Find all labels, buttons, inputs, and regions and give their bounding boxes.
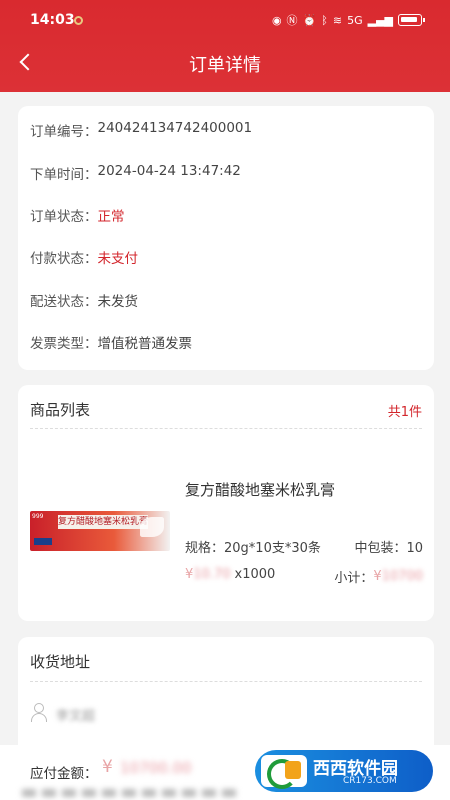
delivery-status-value: 未发货 xyxy=(97,294,139,310)
delivery-status-row: 配送状态： 未发货 xyxy=(30,290,138,310)
battery-icon xyxy=(398,14,425,26)
payment-status-value: 未支付 xyxy=(97,251,139,267)
order-info-card: 订单编号： 240424134742400001 下单时间： 2024-04-2… xyxy=(18,106,434,370)
status-icons: ◉ Ⓝ ⏰ ᛒ ≋ 5G ▂▄▆ xyxy=(271,12,425,28)
delivery-status-label: 配送状态： xyxy=(30,294,98,310)
order-time-value: 2024-04-24 13:47:42 xyxy=(97,163,241,179)
product-price-row: ¥ 10.70 x1000 xyxy=(185,567,275,582)
order-number-row: 订单编号： 240424134742400001 xyxy=(30,120,252,140)
divider xyxy=(30,428,422,429)
watermark-logo-icon xyxy=(261,755,307,789)
product-subtotal-row: 小计： ¥ 10700 xyxy=(334,567,423,586)
notification-dot-icon xyxy=(74,16,83,25)
bottom-pay-bar: 应付金额： ¥ 10700.00 西西软件园 CR173.COM xyxy=(0,745,450,800)
watermark-subtext: CR173.COM xyxy=(343,776,397,786)
payment-status-row: 付款状态： 未支付 xyxy=(30,247,138,267)
bluetooth-icon: ᛒ xyxy=(321,13,328,27)
wifi-icon: ≋ xyxy=(332,13,343,27)
status-bar: 14:03 ◉ Ⓝ ⏰ ᛒ ≋ 5G ▂▄▆ xyxy=(0,0,450,40)
invoice-type-value: 增值税普通发票 xyxy=(97,336,193,352)
page-title: 订单详情 xyxy=(189,55,261,76)
subtotal-value: 10700 xyxy=(381,569,423,584)
product-image[interactable]: 999 复方醋酸地塞米松乳膏 xyxy=(30,511,170,551)
product-list-card: 商品列表 共1件 999 复方醋酸地塞米松乳膏 复方醋酸地塞米松乳膏 规格：20… xyxy=(18,385,434,621)
payment-status-label: 付款状态： xyxy=(30,251,98,267)
product-image-box xyxy=(34,538,52,545)
subtotal-label: 小计： xyxy=(334,571,374,586)
signal-icon: ▂▄▆ xyxy=(367,13,393,27)
blurred-address-text xyxy=(22,789,242,797)
product-qty: x1000 xyxy=(234,567,276,582)
invoice-type-label: 发票类型： xyxy=(30,336,98,352)
product-count: 共1件 xyxy=(387,405,422,420)
alarm-icon: ⏰ xyxy=(302,13,317,27)
order-time-row: 下单时间： 2024-04-24 13:47:42 xyxy=(30,163,241,183)
app-header: 14:03 ◉ Ⓝ ⏰ ᛒ ≋ 5G ▂▄▆ 订单详情 xyxy=(0,0,450,92)
product-image-label: 复方醋酸地塞米松乳膏 xyxy=(58,515,149,529)
order-number-label: 订单编号： xyxy=(30,124,98,140)
product-pack: 中包装：10 xyxy=(354,541,423,556)
dove-icon xyxy=(140,517,164,537)
order-number-value: 240424134742400001 xyxy=(97,120,253,136)
status-time: 14:03 xyxy=(30,12,75,28)
order-status-label: 订单状态： xyxy=(30,209,98,225)
address-title: 收货地址 xyxy=(30,653,91,671)
order-status-value: 正常 xyxy=(97,209,125,225)
product-price: 10.70 xyxy=(193,567,231,582)
pay-amount-label: 应付金额： xyxy=(30,766,98,782)
user-icon xyxy=(30,703,48,723)
order-time-label: 下单时间： xyxy=(30,167,98,183)
watermark-badge: 西西软件园 CR173.COM xyxy=(255,750,433,792)
product-image-brand: 999 xyxy=(32,513,44,520)
price-currency: ¥ xyxy=(185,567,194,582)
pay-amount-value: 10700.00 xyxy=(120,759,192,777)
product-spec: 规格：20g*10支*30条 xyxy=(185,541,321,556)
recipient-name: 李文超 xyxy=(56,709,96,724)
product-list-title: 商品列表 xyxy=(30,401,91,419)
invoice-type-row: 发票类型： 增值税普通发票 xyxy=(30,332,192,352)
order-status-row: 订单状态： 正常 xyxy=(30,205,125,225)
pay-currency: ¥ xyxy=(102,757,113,777)
network-label: 5G xyxy=(347,13,363,27)
subtotal-currency: ¥ xyxy=(373,569,382,584)
eye-icon: ◉ xyxy=(271,13,282,27)
product-name[interactable]: 复方醋酸地塞米松乳膏 xyxy=(185,479,335,500)
nfc-icon: Ⓝ xyxy=(286,14,298,27)
divider xyxy=(30,681,422,682)
